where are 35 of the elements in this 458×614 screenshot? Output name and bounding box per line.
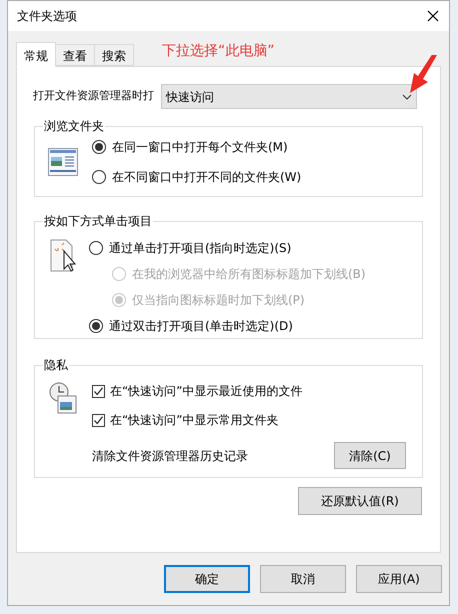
dialog-button[interactable]: 应用(A)	[356, 565, 442, 593]
tab[interactable]: 查看	[55, 44, 95, 66]
clear-button[interactable]: 清除(C)	[334, 442, 406, 469]
group-title: 隐私	[43, 357, 69, 373]
checkbox[interactable]	[92, 384, 105, 398]
radio-label: 通过单击打开项目(指向时选定)(S)	[109, 240, 292, 257]
group-title: 浏览文件夹	[43, 118, 105, 134]
radio-label: 在同一窗口中打开每个文件夹(M)	[112, 138, 288, 156]
annotation-text: 下拉选择“此电脑”	[162, 42, 275, 61]
tab[interactable]: 搜索	[94, 44, 134, 66]
dialog-button[interactable]: 确定	[164, 565, 250, 593]
tab[interactable]: 常规	[16, 42, 56, 67]
clear-history-label: 清除文件资源管理器历史记录	[92, 448, 248, 464]
radio-button[interactable]	[92, 140, 106, 154]
checkbox-label: 在“快速访问”中显示常用文件夹	[110, 412, 278, 429]
chevron-down-icon	[402, 94, 412, 100]
restore-defaults-button[interactable]: 还原默认值(R)	[298, 487, 422, 515]
radio-button[interactable]	[92, 170, 106, 184]
window-icon	[48, 148, 78, 176]
radio-label: 在不同窗口中打开不同的文件夹(W)	[112, 168, 302, 186]
clock-document-icon	[48, 382, 78, 414]
close-icon[interactable]	[427, 10, 439, 22]
radio-label: 在我的浏览器中给所有图标标题加下划线(B)	[132, 266, 366, 283]
radio-label: 仅当指向图标标题时加下划线(P)	[132, 292, 305, 309]
radio-button[interactable]	[89, 319, 103, 333]
field-label: 打开文件资源管理器时打	[33, 88, 155, 104]
dialog-button[interactable]: 取消	[260, 565, 346, 593]
window-title: 文件夹选项	[17, 8, 77, 25]
cursor-icon	[50, 239, 76, 273]
dropdown[interactable]: 快速访问	[161, 84, 417, 109]
group-title: 按如下方式单击项目	[43, 213, 153, 229]
checkbox[interactable]	[92, 414, 105, 426]
radio-label: 通过双击打开项目(单击时选定)(D)	[109, 318, 293, 335]
checkbox-label: 在“快速访问”中显示最近使用的文件	[110, 383, 302, 400]
radio-button[interactable]	[89, 241, 103, 255]
